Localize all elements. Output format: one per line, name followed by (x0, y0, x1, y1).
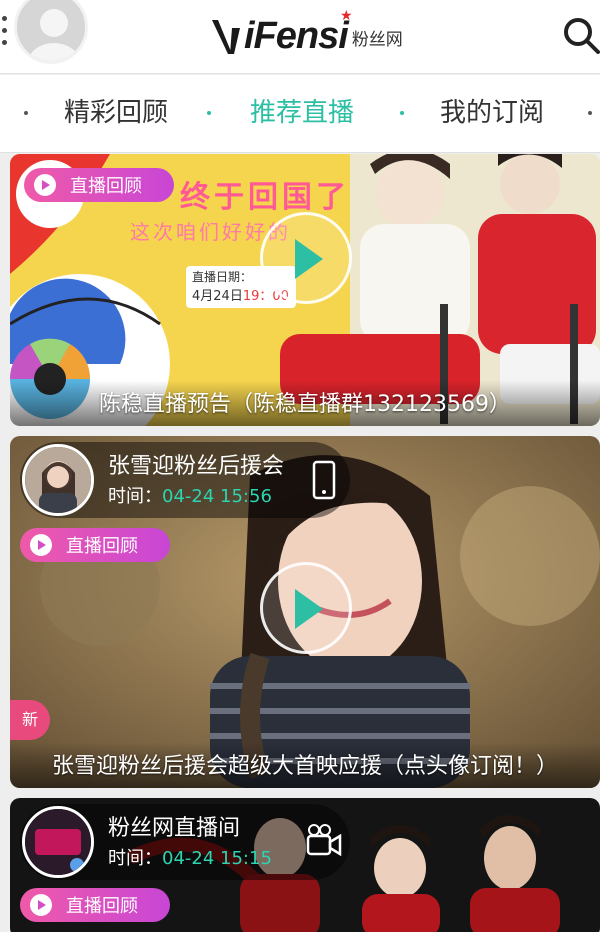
logo-text: iFensi (244, 15, 349, 57)
tab-separator-dot (400, 111, 404, 115)
play-small-icon (30, 894, 52, 916)
time-label: 时间： (108, 486, 162, 507)
tab-separator-dot (24, 111, 28, 115)
tab-subscriptions[interactable]: 我的订阅 (440, 95, 544, 131)
tab-separator-dot (207, 111, 211, 115)
host-name: 粉丝网直播间 (108, 816, 241, 841)
logo-subtitle: 粉丝网 (351, 30, 403, 50)
card-caption: 陈稳直播预告（陈稳直播群132123569） (99, 392, 511, 417)
replay-badge-label: 直播回顾 (66, 536, 138, 557)
tab-highlights[interactable]: 精彩回顾 (64, 95, 168, 131)
replay-badge[interactable]: 直播回顾 (20, 528, 170, 562)
time-value: 04-24 15:15 (162, 848, 272, 869)
user-avatar[interactable] (14, 0, 88, 64)
new-badge: 新 (10, 700, 50, 740)
live-card[interactable]: 直播回顾 终于回国了 这次咱们好好的 直播日期： 4月24日19：00 陈稳直播… (10, 154, 600, 426)
card-caption: 张雪迎粉丝后援会超级大首映应援（点头像订阅！） (51, 754, 558, 779)
play-button-icon[interactable] (260, 562, 352, 654)
logo-mark-icon (212, 20, 240, 54)
poster-date-value: 4月24日 (192, 289, 243, 304)
live-card[interactable]: 张雪迎粉丝后援会 时间：04-24 15:56 直播回顾 新 张雪迎粉丝后援会超… (10, 436, 600, 788)
top-header: iFensi 粉丝网 ★ (0, 0, 600, 74)
replay-badge[interactable]: 直播回顾 (24, 168, 174, 202)
replay-badge-label: 直播回顾 (70, 176, 142, 197)
app-logo: iFensi 粉丝网 ★ (210, 8, 403, 58)
play-button-icon[interactable] (260, 212, 352, 304)
video-camera-icon (306, 822, 342, 862)
time-label: 时间： (108, 848, 162, 869)
poster-title: 终于回国了 (180, 180, 350, 215)
tab-bar: 精彩回顾 推荐直播 我的订阅 (0, 75, 600, 153)
host-name: 张雪迎粉丝后援会 (108, 454, 285, 479)
time-value: 04-24 15:56 (162, 486, 272, 507)
tab-recommended-live[interactable]: 推荐直播 (250, 95, 354, 131)
host-info-bar[interactable]: 张雪迎粉丝后援会 时间：04-24 15:56 (20, 442, 350, 518)
host-avatar[interactable] (22, 444, 94, 516)
play-small-icon (30, 534, 52, 556)
live-card[interactable]: 粉丝网直播间 时间：04-24 15:15 直播回顾 (10, 798, 600, 932)
replay-badge-label: 直播回顾 (66, 896, 138, 917)
search-icon[interactable] (560, 12, 600, 56)
app-screen: iFensi 粉丝网 ★ 精彩回顾 推荐直播 我的订阅 直播回顾 终于回国了 这… (0, 0, 600, 932)
play-small-icon (34, 174, 56, 196)
replay-badge[interactable]: 直播回顾 (20, 888, 170, 922)
menu-icon[interactable] (0, 16, 10, 56)
phone-icon (306, 460, 342, 500)
host-avatar[interactable] (22, 806, 94, 878)
tab-separator-dot (588, 111, 592, 115)
host-info-bar[interactable]: 粉丝网直播间 时间：04-24 15:15 (20, 804, 350, 880)
logo-star-icon: ★ (340, 8, 353, 24)
